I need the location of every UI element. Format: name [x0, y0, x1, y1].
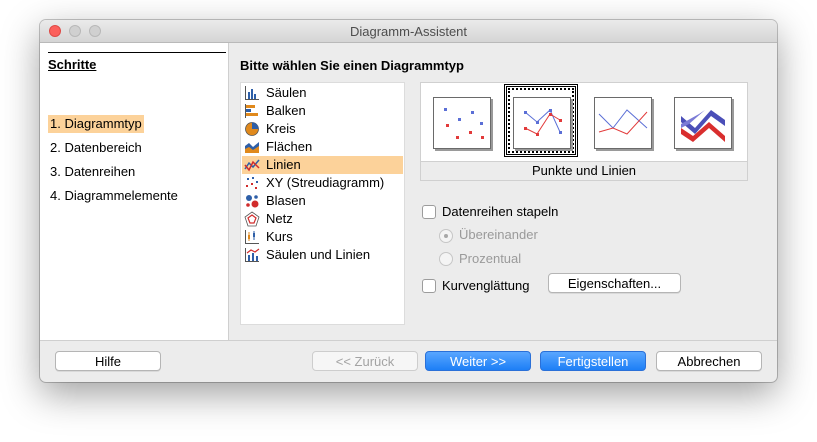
cancel-button[interactable]: Abbrechen [656, 351, 762, 371]
steps-panel: Schritte 1. Diagrammtyp 2. Datenbereich … [40, 43, 229, 340]
smoothing-label: Kurvenglättung [442, 278, 530, 293]
scatter-chart-icon [246, 177, 258, 189]
chart-type-label: Flächen [266, 139, 313, 154]
section-title: Bitte wählen Sie einen Diagrammtyp [240, 58, 464, 73]
title-bar[interactable]: Diagramm-Assistent [40, 20, 777, 43]
steps-title: Schritte [48, 57, 97, 72]
points-only-icon [444, 108, 484, 139]
chart-type-label: Säulen [266, 85, 307, 100]
column-chart-icon [245, 86, 259, 100]
chart-type-label: Kurs [266, 229, 293, 244]
next-button[interactable]: Weiter >> [425, 351, 531, 371]
chart-type-label: XY (Streudiagramm) [266, 175, 385, 190]
3d-lines-icon [681, 110, 725, 142]
variant-points-only[interactable] [433, 97, 491, 149]
chart-type-kurs[interactable]: Kurs [242, 228, 403, 246]
overlap-radio-label: Übereinander [459, 227, 538, 242]
step-datenbereich[interactable]: 2. Datenbereich [48, 139, 144, 157]
chart-type-label: Kreis [266, 121, 296, 136]
chart-type-kreis[interactable]: Kreis [242, 120, 403, 138]
chart-type-label: Säulen und Linien [266, 247, 371, 262]
step-diagrammelemente[interactable]: 4. Diagrammelemente [48, 187, 180, 205]
chart-type-balken[interactable]: Balken [242, 102, 403, 120]
area-chart-icon [245, 142, 259, 153]
properties-button[interactable]: Eigenschaften... [548, 273, 681, 293]
chart-type-saeulen-linien[interactable]: Säulen und Linien [242, 246, 403, 264]
step-diagrammtyp[interactable]: 1. Diagrammtyp [48, 115, 144, 133]
steps-divider [48, 52, 226, 53]
pie-chart-icon [245, 122, 259, 136]
chart-type-xy[interactable]: XY (Streudiagramm) [242, 174, 403, 192]
variant-points-and-lines[interactable] [513, 97, 571, 149]
help-button[interactable]: Hilfe [55, 351, 161, 371]
percent-radio-label: Prozentual [459, 251, 522, 266]
chart-type-blasen[interactable]: Blasen [242, 192, 403, 210]
chart-variant-selector: Punkte und Linien [420, 82, 748, 181]
chart-type-list[interactable]: Säulen Balken Kreis Flächen Linien XY (S… [240, 82, 405, 325]
variant-lines-only[interactable] [594, 97, 652, 149]
chart-type-label: Linien [266, 157, 301, 172]
chart-type-linien[interactable]: Linien [242, 156, 403, 174]
chart-type-flaechen[interactable]: Flächen [242, 138, 403, 156]
variant-3d-lines[interactable] [674, 97, 732, 149]
stock-chart-icon [245, 230, 259, 244]
finish-button[interactable]: Fertigstellen [540, 351, 646, 371]
dialog-window: Diagramm-Assistent Schritte 1. Diagrammt… [40, 20, 777, 382]
step-datenreihen[interactable]: 3. Datenreihen [48, 163, 137, 181]
window-title: Diagramm-Assistent [349, 24, 468, 39]
percent-radio[interactable] [439, 252, 453, 266]
stack-series-checkbox[interactable] [422, 205, 436, 219]
chart-type-saeulen[interactable]: Säulen [242, 84, 403, 102]
chart-type-label: Balken [266, 103, 306, 118]
chart-type-label: Netz [266, 211, 293, 226]
stack-series-label: Datenreihen stapeln [442, 204, 559, 219]
overlap-radio[interactable] [439, 229, 453, 243]
net-chart-icon [244, 211, 260, 227]
bubble-chart-icon [246, 195, 259, 208]
footer-divider [40, 340, 777, 341]
chart-type-netz[interactable]: Netz [242, 210, 403, 228]
bar-chart-icon [245, 104, 258, 118]
smoothing-checkbox[interactable] [422, 279, 436, 293]
chart-type-label: Blasen [266, 193, 306, 208]
line-chart-icon [244, 159, 260, 172]
back-button[interactable]: << Zurück [312, 351, 418, 371]
variant-name-label: Punkte und Linien [421, 161, 747, 180]
lines-only-icon [598, 109, 648, 135]
points-and-lines-icon [524, 109, 562, 136]
column-line-chart-icon [245, 248, 260, 262]
